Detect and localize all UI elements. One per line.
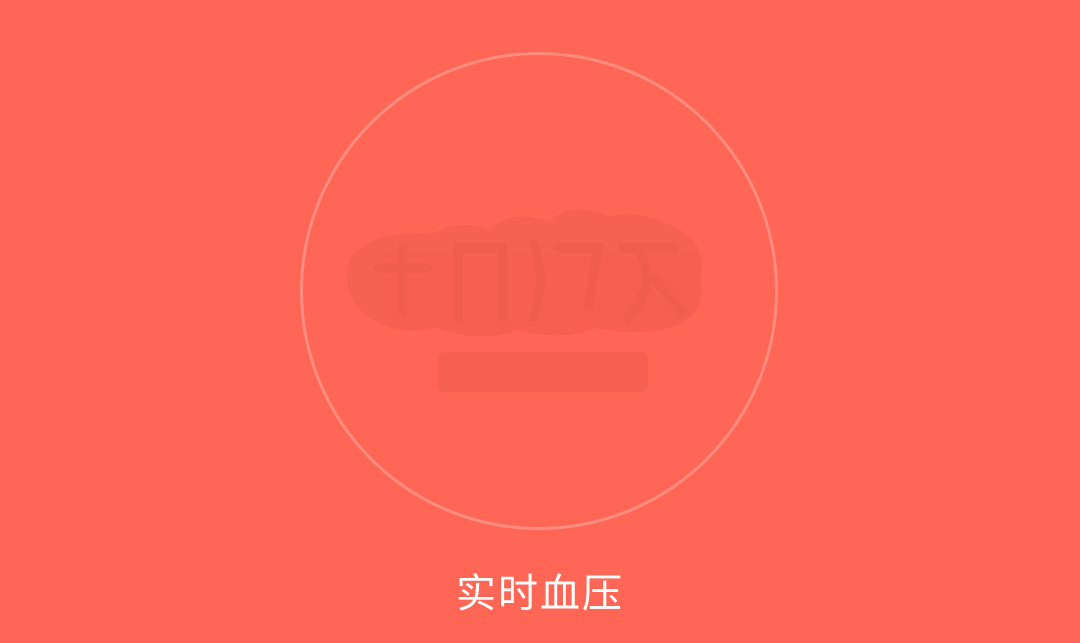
blood-pressure-screen: 实时血压 bbox=[0, 0, 1080, 643]
measure-circle bbox=[300, 52, 778, 530]
realtime-blood-pressure-label: 实时血压 bbox=[456, 571, 624, 617]
